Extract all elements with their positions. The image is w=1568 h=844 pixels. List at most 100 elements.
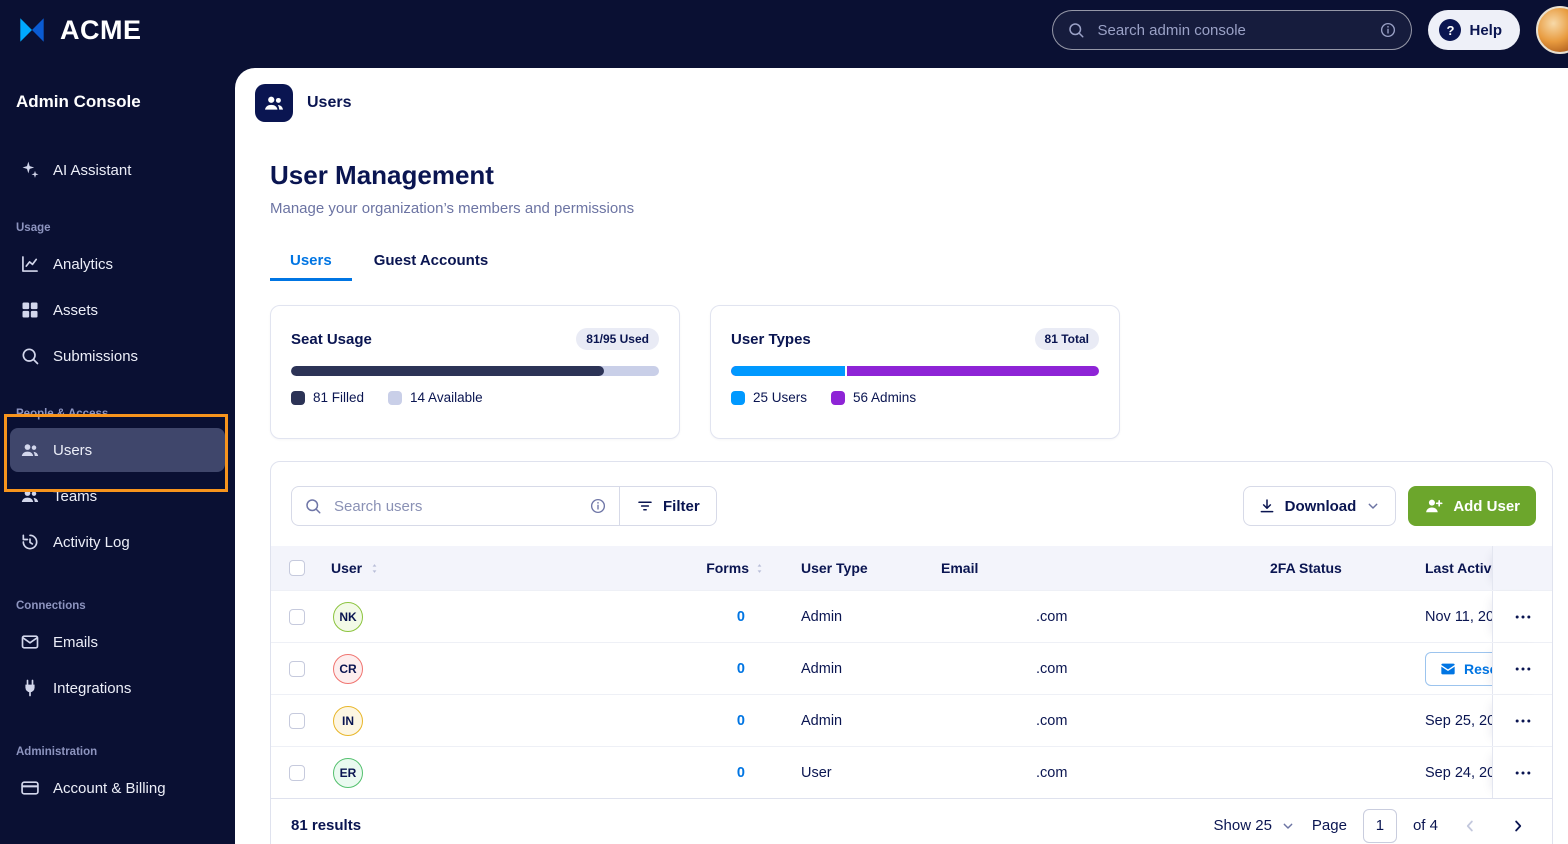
download-button[interactable]: Download: [1243, 486, 1397, 526]
sidebar-item-label: AI Assistant: [53, 162, 131, 179]
analytics-icon: [20, 254, 40, 274]
user-type-cell: Admin: [771, 661, 931, 677]
seat-usage-title: Seat Usage: [291, 331, 372, 348]
more-actions-button[interactable]: [1507, 601, 1539, 633]
sidebar-item-users[interactable]: Users: [10, 428, 225, 472]
page-number-input[interactable]: [1363, 809, 1397, 843]
avatar: ER: [333, 758, 363, 788]
info-icon[interactable]: [589, 497, 607, 515]
next-page-button[interactable]: [1502, 810, 1534, 842]
forms-count[interactable]: 0: [737, 713, 745, 729]
sparkle-icon: [20, 160, 40, 180]
sidebar-item-label: Submissions: [53, 348, 138, 365]
legend-filled: 81 Filled: [291, 390, 364, 405]
sort-icon[interactable]: [368, 562, 381, 575]
header-forms: Forms: [706, 560, 749, 576]
help-button[interactable]: ? Help: [1428, 10, 1520, 50]
seat-usage-badge: 81/95 Used: [576, 328, 659, 350]
types-progress-users: [731, 366, 845, 376]
acme-logo[interactable]: ACME: [14, 12, 142, 48]
sidebar-item-label: Emails: [53, 634, 98, 651]
user-types-card: User Types 81 Total 25 Users 56 Ad: [710, 305, 1120, 439]
sidebar-item-label: Users: [53, 442, 92, 459]
add-user-label: Add User: [1453, 498, 1520, 515]
email-cell: .com: [931, 609, 1261, 625]
sidebar-item-label: Analytics: [53, 256, 113, 273]
users-search-input[interactable]: [332, 497, 579, 516]
header-2fa-status: 2FA Status: [1261, 560, 1416, 576]
users-table: Filter Download: [270, 461, 1553, 844]
sidebar-section-administration: Administration: [16, 746, 219, 758]
results-count: 81 results: [291, 817, 361, 834]
sort-icon[interactable]: [753, 562, 766, 575]
sidebar-item-emails[interactable]: Emails: [10, 620, 225, 664]
show-per-page-label: Show 25: [1214, 817, 1272, 834]
avatar: IN: [333, 706, 363, 736]
chevron-down-icon: [1365, 498, 1381, 514]
sidebar-section-usage: Usage: [16, 222, 219, 234]
row-checkbox[interactable]: [289, 765, 305, 781]
filter-button[interactable]: Filter: [620, 487, 716, 525]
previous-page-button[interactable]: [1454, 810, 1486, 842]
more-actions-button[interactable]: [1507, 705, 1539, 737]
tab-guest-accounts[interactable]: Guest Accounts: [354, 243, 508, 281]
sidebar-item-integrations[interactable]: Integrations: [10, 666, 225, 710]
topbar: ACME ? Help: [0, 0, 1568, 60]
sidebar-item-assets[interactable]: Assets: [10, 288, 225, 332]
select-all-checkbox[interactable]: [289, 560, 305, 576]
tab-users[interactable]: Users: [270, 243, 352, 281]
sidebar-item-label: Integrations: [53, 680, 131, 697]
sidebar-item-teams[interactable]: Teams: [10, 474, 225, 518]
legend-users-label: 25 Users: [753, 390, 807, 405]
show-per-page-select[interactable]: Show 25: [1214, 817, 1296, 834]
seat-progress-fill: [291, 366, 604, 376]
more-actions-button[interactable]: [1507, 757, 1539, 789]
chevron-left-icon: [1461, 817, 1479, 835]
admin-search: [1052, 10, 1412, 50]
row-checkbox[interactable]: [289, 661, 305, 677]
table-row: ER 0 User .com Sep 24, 202: [271, 746, 1552, 798]
more-actions-icon: [1513, 763, 1533, 783]
resend-icon: [1440, 661, 1456, 677]
info-icon[interactable]: [1379, 21, 1397, 39]
add-user-icon: [1424, 496, 1444, 516]
user-types-badge: 81 Total: [1035, 328, 1099, 350]
forms-count[interactable]: 0: [737, 661, 745, 677]
sidebar-item-submissions[interactable]: Submissions: [10, 334, 225, 378]
sidebar-item-account-billing[interactable]: Account & Billing: [10, 766, 225, 810]
forms-count[interactable]: 0: [737, 765, 745, 781]
user-avatar[interactable]: [1536, 6, 1568, 54]
sidebar-title: Admin Console: [16, 92, 219, 112]
sidebar-item-activity-log[interactable]: Activity Log: [10, 520, 225, 564]
table-header-row: User Forms User Type Email 2FA Status: [271, 546, 1552, 590]
acme-logo-icon: [14, 12, 50, 48]
more-actions-button[interactable]: [1507, 653, 1539, 685]
more-actions-icon: [1513, 607, 1533, 627]
add-user-button[interactable]: Add User: [1408, 486, 1536, 526]
header-user-type: User Type: [771, 560, 931, 576]
legend-available: 14 Available: [388, 390, 483, 405]
page-header: Users: [235, 68, 1568, 138]
sidebar-item-ai-assistant[interactable]: AI Assistant: [10, 148, 225, 192]
users-page-icon: [255, 84, 293, 122]
row-checkbox[interactable]: [289, 713, 305, 729]
emails-icon: [20, 632, 40, 652]
user-type-cell: Admin: [771, 713, 931, 729]
account-billing-icon: [20, 778, 40, 798]
integrations-icon: [20, 678, 40, 698]
legend-admins-label: 56 Admins: [853, 390, 916, 405]
sidebar-item-analytics[interactable]: Analytics: [10, 242, 225, 286]
admin-search-input[interactable]: [1095, 21, 1369, 40]
header-actions-cell: [1492, 546, 1552, 590]
chevron-right-icon: [1509, 817, 1527, 835]
teams-icon: [20, 486, 40, 506]
page-title: User Management: [270, 160, 1553, 191]
avatar: NK: [333, 602, 363, 632]
avatar: CR: [333, 654, 363, 684]
actions-cell: [1492, 643, 1552, 694]
row-checkbox[interactable]: [289, 609, 305, 625]
sidebar-item-label: Teams: [53, 488, 97, 505]
more-actions-icon: [1513, 711, 1533, 731]
forms-count[interactable]: 0: [737, 609, 745, 625]
help-icon: ?: [1439, 19, 1461, 41]
